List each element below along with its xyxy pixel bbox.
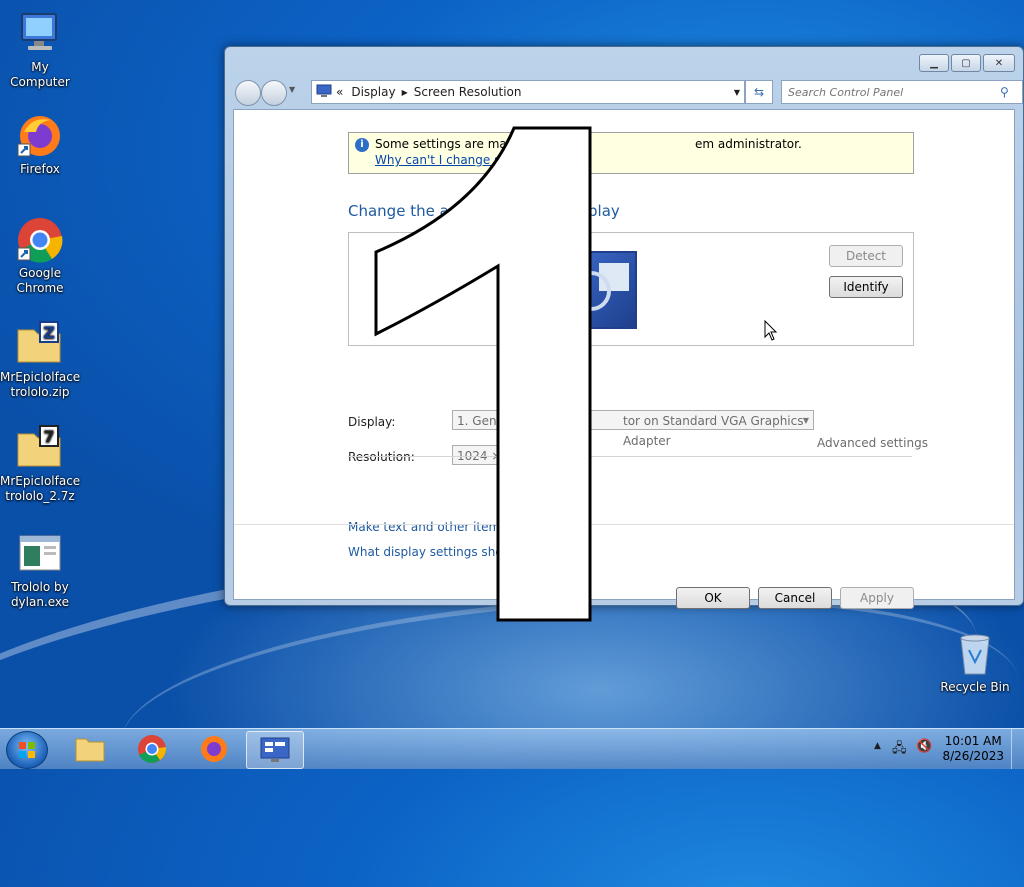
maximize-icon: ▢ xyxy=(961,57,971,69)
windows-logo-icon xyxy=(19,742,35,758)
taskbar-control-panel[interactable] xyxy=(246,731,304,769)
close-button[interactable]: ✕ xyxy=(983,54,1015,72)
clock-date: 8/26/2023 xyxy=(942,749,1004,763)
search-icon[interactable]: ⚲ xyxy=(1000,85,1009,99)
chevron-down-icon: ▼ xyxy=(802,416,809,425)
taskbar-firefox[interactable] xyxy=(186,731,242,767)
desktop-icon-label: Trololo by dylan.exe xyxy=(10,580,70,609)
identify-button[interactable]: Identify xyxy=(829,276,903,298)
cancel-button[interactable]: Cancel xyxy=(758,587,832,609)
zip-archive-icon: Z xyxy=(16,320,64,368)
search-box: ⚲ xyxy=(781,80,1023,104)
maximize-button[interactable]: ▢ xyxy=(951,54,981,72)
svg-text:7: 7 xyxy=(43,427,54,446)
volume-muted-icon[interactable]: 🔇 xyxy=(916,739,932,754)
desktop-icon-recycle-bin[interactable]: Recycle Bin xyxy=(935,630,1015,695)
firefox-icon xyxy=(201,736,227,762)
network-icon[interactable]: 🖧 xyxy=(892,739,907,761)
apply-button[interactable]: Apply xyxy=(840,587,914,609)
search-input[interactable] xyxy=(782,84,1000,100)
system-tray: ▲ 🖧 🔇 10:01 AM 8/26/2023 xyxy=(864,729,1024,769)
desktop-icon-7z-file[interactable]: 7 MrEpicIolface trololo_2.7z xyxy=(0,424,80,504)
chrome-icon xyxy=(138,735,167,763)
identify-digit-overlay xyxy=(374,126,592,622)
computer-icon xyxy=(16,10,64,58)
info-icon: i xyxy=(355,138,369,152)
navigation-bar: ▼ « Display ▶ Screen Resolution ▼ ⇆ ⚲ xyxy=(233,79,1023,106)
desktop-icon-label: Firefox xyxy=(20,162,60,176)
firefox-icon xyxy=(16,112,64,160)
refresh-button[interactable]: ⇆ xyxy=(745,80,773,104)
desktop-icon-label: Recycle Bin xyxy=(940,680,1010,694)
svg-text:Z: Z xyxy=(43,323,55,342)
folder-icon xyxy=(75,738,105,762)
address-dropdown-icon[interactable]: ▼ xyxy=(734,88,740,97)
breadcrumb-screen-resolution[interactable]: Screen Resolution xyxy=(414,85,522,99)
taskbar-explorer[interactable] xyxy=(62,731,118,767)
start-button[interactable] xyxy=(6,731,48,769)
screen-resolution-panel: i Some settings are manag em administrat… xyxy=(233,109,1015,609)
control-panel-window: ▁ ▢ ✕ ▼ « Display ▶ Screen Resolution ▼ … xyxy=(224,46,1024,609)
show-desktop-button[interactable] xyxy=(1011,729,1024,769)
desktop-icon-my-computer[interactable]: My Computer xyxy=(0,10,80,90)
clock[interactable]: 10:01 AM 8/26/2023 xyxy=(942,734,1004,764)
clock-time: 10:01 AM xyxy=(944,734,1002,748)
7z-archive-icon: 7 xyxy=(16,424,64,472)
forward-button[interactable] xyxy=(261,80,287,106)
desktop-icon-exe[interactable]: Trololo by dylan.exe xyxy=(0,530,80,610)
minimize-icon: ▁ xyxy=(930,57,938,69)
desktop-icon-label: Google Chrome xyxy=(16,266,64,295)
ok-button[interactable]: OK xyxy=(676,587,750,609)
recent-pages-chevron-icon[interactable]: ▼ xyxy=(289,85,295,94)
refresh-icon: ⇆ xyxy=(753,85,765,99)
display-settings-icon xyxy=(260,737,290,762)
window-controls: ▁ ▢ ✕ xyxy=(919,54,1015,72)
desktop-icon-label: MrEpicIolface trololo_2.7z xyxy=(0,474,81,503)
advanced-settings-link[interactable]: Advanced settings xyxy=(817,436,928,450)
close-icon: ✕ xyxy=(994,57,1004,69)
desktop-icon-zip-file[interactable]: Z MrEpicIolface trololo.zip xyxy=(0,320,80,400)
display-value-right: tor on Standard VGA Graphics Adapter xyxy=(623,414,804,448)
application-window-icon xyxy=(16,530,64,578)
mouse-cursor-icon xyxy=(764,320,778,341)
info-text-right: em administrator. xyxy=(695,137,802,151)
detect-button[interactable]: Detect xyxy=(829,245,903,267)
breadcrumb-prefix: « xyxy=(336,85,344,99)
show-hidden-icons-icon[interactable]: ▲ xyxy=(874,741,881,751)
desktop-icon-label: My Computer xyxy=(10,60,70,89)
footer-divider xyxy=(234,524,1014,525)
taskbar: ▲ 🖧 🔇 10:01 AM 8/26/2023 xyxy=(0,728,1024,769)
desktop-icon-firefox[interactable]: Firefox xyxy=(0,112,80,177)
recycle-bin-icon xyxy=(951,630,999,678)
back-button[interactable] xyxy=(235,80,261,106)
desktop-icon-google-chrome[interactable]: Google Chrome xyxy=(0,216,80,296)
minimize-button[interactable]: ▁ xyxy=(919,54,949,72)
desktop-icon-label: MrEpicIolface trololo.zip xyxy=(0,370,81,399)
breadcrumb-separator-icon: ▶ xyxy=(401,87,408,97)
control-panel-icon xyxy=(316,84,332,101)
chrome-icon xyxy=(16,216,64,264)
breadcrumb-display[interactable]: Display xyxy=(351,85,395,99)
address-bar[interactable]: « Display ▶ Screen Resolution ▼ xyxy=(311,80,745,104)
taskbar-chrome[interactable] xyxy=(124,731,180,767)
